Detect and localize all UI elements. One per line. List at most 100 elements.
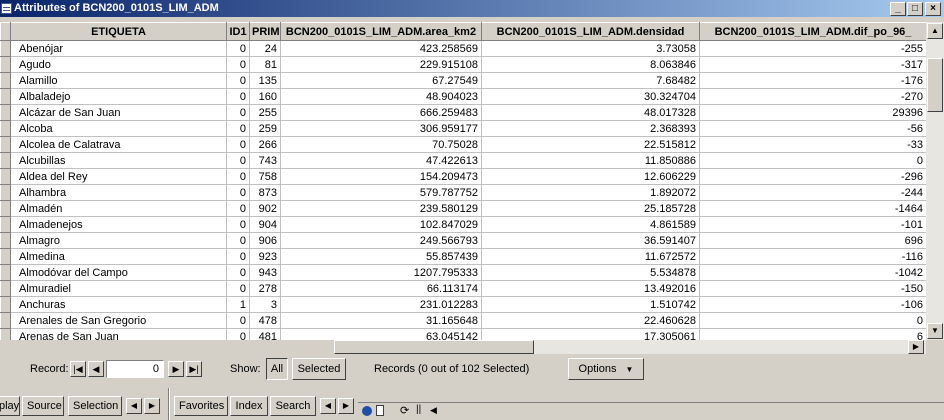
cell-prim[interactable]: 255 xyxy=(249,104,281,121)
cell-densidad[interactable]: 25.185728 xyxy=(481,200,700,217)
cell-dif-po-96[interactable]: 0 xyxy=(699,152,926,169)
cell-dif-po-96[interactable]: 696 xyxy=(699,232,926,249)
cell-id1[interactable]: 0 xyxy=(226,184,250,201)
column-header-id1[interactable]: ID1 xyxy=(226,22,250,41)
table-row[interactable]: Alcoba 0 259 306.959177 2.368393 -56 xyxy=(0,120,926,137)
previous-record-icon[interactable]: ◀ xyxy=(88,361,104,377)
table-row[interactable]: Arenales de San Gregorio 0 478 31.165648 22.… xyxy=(0,312,926,329)
cell-prim[interactable]: 923 xyxy=(249,248,281,265)
cell-etiqueta[interactable]: Almodóvar del Campo xyxy=(10,264,227,281)
cell-area-km2[interactable]: 423.258569 xyxy=(280,40,482,57)
cell-densidad[interactable]: 11.672572 xyxy=(481,248,700,265)
cell-dif-po-96[interactable]: -116 xyxy=(699,248,926,265)
cell-etiqueta[interactable]: Almuradiel xyxy=(10,280,227,297)
cell-etiqueta[interactable]: Aldea del Rey xyxy=(10,168,227,185)
scroll-right-arrow-icon[interactable]: ▶ xyxy=(908,340,924,354)
column-header-etiqueta[interactable]: ETIQUETA xyxy=(10,22,227,41)
cell-etiqueta[interactable]: Alamillo xyxy=(10,72,227,89)
row-selector[interactable] xyxy=(0,280,11,297)
cell-densidad[interactable]: 13.492016 xyxy=(481,280,700,297)
cell-etiqueta[interactable]: Albaladejo xyxy=(10,88,227,105)
cell-prim[interactable]: 135 xyxy=(249,72,281,89)
row-selector[interactable] xyxy=(0,264,11,281)
table-row[interactable]: Arenas de San Juan 0 481 63.045142 17.305061… xyxy=(0,328,926,340)
row-selector[interactable] xyxy=(0,152,11,169)
table-row[interactable]: Almadén 0 902 239.580129 25.185728 -1464 xyxy=(0,200,926,217)
table-row[interactable]: Anchuras 1 3 231.012283 1.510742 -106 xyxy=(0,296,926,313)
cell-dif-po-96[interactable]: -255 xyxy=(699,40,926,57)
table-row[interactable]: Almuradiel 0 278 66.113174 13.492016 -150 xyxy=(0,280,926,297)
row-selector[interactable] xyxy=(0,184,11,201)
cell-id1[interactable]: 0 xyxy=(226,56,250,73)
cell-area-km2[interactable]: 229.915108 xyxy=(280,56,482,73)
cell-densidad[interactable]: 1.892072 xyxy=(481,184,700,201)
table-row[interactable]: Aldea del Rey 0 758 154.209473 12.606229 -296 xyxy=(0,168,926,185)
row-selector[interactable] xyxy=(0,40,11,57)
cell-id1[interactable]: 0 xyxy=(226,40,250,57)
cell-dif-po-96[interactable]: 29396 xyxy=(699,104,926,121)
cell-etiqueta[interactable]: Alcolea de Calatrava xyxy=(10,136,227,153)
cell-densidad[interactable]: 48.017328 xyxy=(481,104,700,121)
column-header-dif-po-96[interactable]: BCN200_0101S_LIM_ADM.dif_po_96_ xyxy=(699,22,926,41)
table-row[interactable]: Almagro 0 906 249.566793 36.591407 696 xyxy=(0,232,926,249)
cell-densidad[interactable]: 12.606229 xyxy=(481,168,700,185)
column-header-densidad[interactable]: BCN200_0101S_LIM_ADM.densidad xyxy=(481,22,700,41)
cell-id1[interactable]: 1 xyxy=(226,296,250,313)
cell-prim[interactable]: 24 xyxy=(249,40,281,57)
cell-densidad[interactable]: 2.368393 xyxy=(481,120,700,137)
cell-etiqueta[interactable]: Agudo xyxy=(10,56,227,73)
cell-densidad[interactable]: 7.68482 xyxy=(481,72,700,89)
cell-prim[interactable]: 478 xyxy=(249,312,281,329)
help-tab-scroll-right-icon[interactable]: ▶ xyxy=(338,398,354,414)
row-selector[interactable] xyxy=(0,216,11,233)
cell-area-km2[interactable]: 47.422613 xyxy=(280,152,482,169)
cell-area-km2[interactable]: 666.259483 xyxy=(280,104,482,121)
tab-selection[interactable]: Selection xyxy=(68,396,122,416)
last-record-icon[interactable]: ▶| xyxy=(186,361,202,377)
row-selector[interactable] xyxy=(0,168,11,185)
scroll-up-arrow-icon[interactable]: ▲ xyxy=(927,23,943,39)
cell-etiqueta[interactable]: Alhambra xyxy=(10,184,227,201)
cell-etiqueta[interactable]: Alcubillas xyxy=(10,152,227,169)
cell-densidad[interactable]: 1.510742 xyxy=(481,296,700,313)
globe-icon[interactable] xyxy=(362,406,372,416)
vertical-scrollbar[interactable]: ▲ ▼ xyxy=(926,22,944,340)
cell-id1[interactable]: 0 xyxy=(226,248,250,265)
cell-id1[interactable]: 0 xyxy=(226,168,250,185)
cell-area-km2[interactable]: 306.959177 xyxy=(280,120,482,137)
cell-prim[interactable]: 743 xyxy=(249,152,281,169)
cell-id1[interactable]: 0 xyxy=(226,232,250,249)
cell-id1[interactable]: 0 xyxy=(226,120,250,137)
cell-id1[interactable]: 0 xyxy=(226,216,250,233)
back-arrow-icon[interactable]: ◀ xyxy=(430,405,437,416)
cell-id1[interactable]: 0 xyxy=(226,264,250,281)
tab-search[interactable]: Search xyxy=(270,396,316,416)
cell-dif-po-96[interactable]: -244 xyxy=(699,184,926,201)
row-selector-header[interactable] xyxy=(0,22,11,41)
row-selector[interactable] xyxy=(0,200,11,217)
cell-dif-po-96[interactable]: 0 xyxy=(699,312,926,329)
cell-densidad[interactable]: 5.534878 xyxy=(481,264,700,281)
cell-id1[interactable]: 0 xyxy=(226,72,250,89)
table-row[interactable]: Alcubillas 0 743 47.422613 11.850886 0 xyxy=(0,152,926,169)
table-row[interactable]: Albaladejo 0 160 48.904023 30.324704 -270 xyxy=(0,88,926,105)
cell-dif-po-96[interactable]: -296 xyxy=(699,168,926,185)
cell-dif-po-96[interactable]: -270 xyxy=(699,88,926,105)
row-selector[interactable] xyxy=(0,104,11,121)
cell-dif-po-96[interactable]: -150 xyxy=(699,280,926,297)
cell-densidad[interactable]: 30.324704 xyxy=(481,88,700,105)
cell-etiqueta[interactable]: Almagro xyxy=(10,232,227,249)
show-all-button[interactable]: All xyxy=(266,358,288,380)
cell-id1[interactable]: 0 xyxy=(226,152,250,169)
cell-etiqueta[interactable]: Arenales de San Gregorio xyxy=(10,312,227,329)
cell-dif-po-96[interactable]: -33 xyxy=(699,136,926,153)
cell-prim[interactable]: 278 xyxy=(249,280,281,297)
tab-source[interactable]: Source xyxy=(22,396,64,416)
table-row[interactable]: Agudo 0 81 229.915108 8.063846 -317 xyxy=(0,56,926,73)
cell-prim[interactable]: 160 xyxy=(249,88,281,105)
cell-densidad[interactable]: 11.850886 xyxy=(481,152,700,169)
cell-dif-po-96[interactable]: -1042 xyxy=(699,264,926,281)
cell-area-km2[interactable]: 579.787752 xyxy=(280,184,482,201)
maximize-button[interactable]: □ xyxy=(907,2,923,16)
column-header-prim[interactable]: PRIM xyxy=(249,22,281,41)
